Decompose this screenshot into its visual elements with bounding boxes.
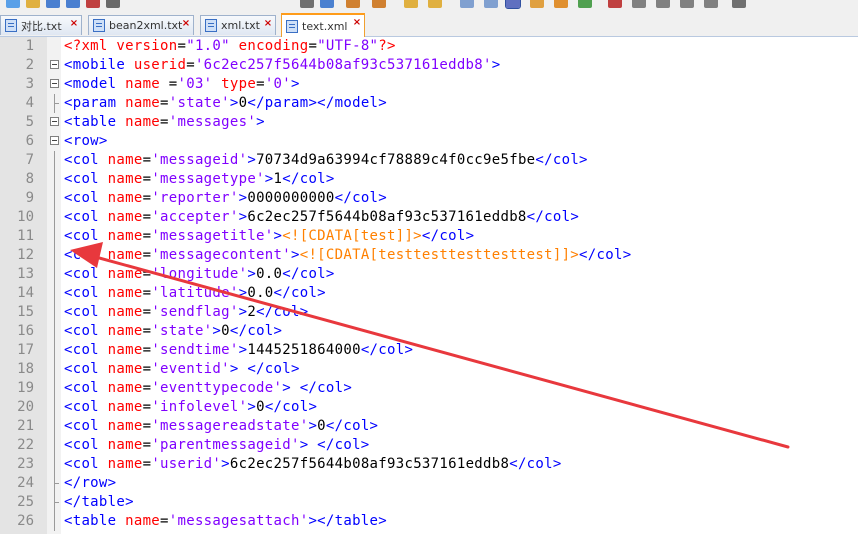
annotation-arrow <box>70 242 790 449</box>
annotation-arrow-head <box>70 242 103 268</box>
annotation-arrow-shaft <box>90 254 790 449</box>
